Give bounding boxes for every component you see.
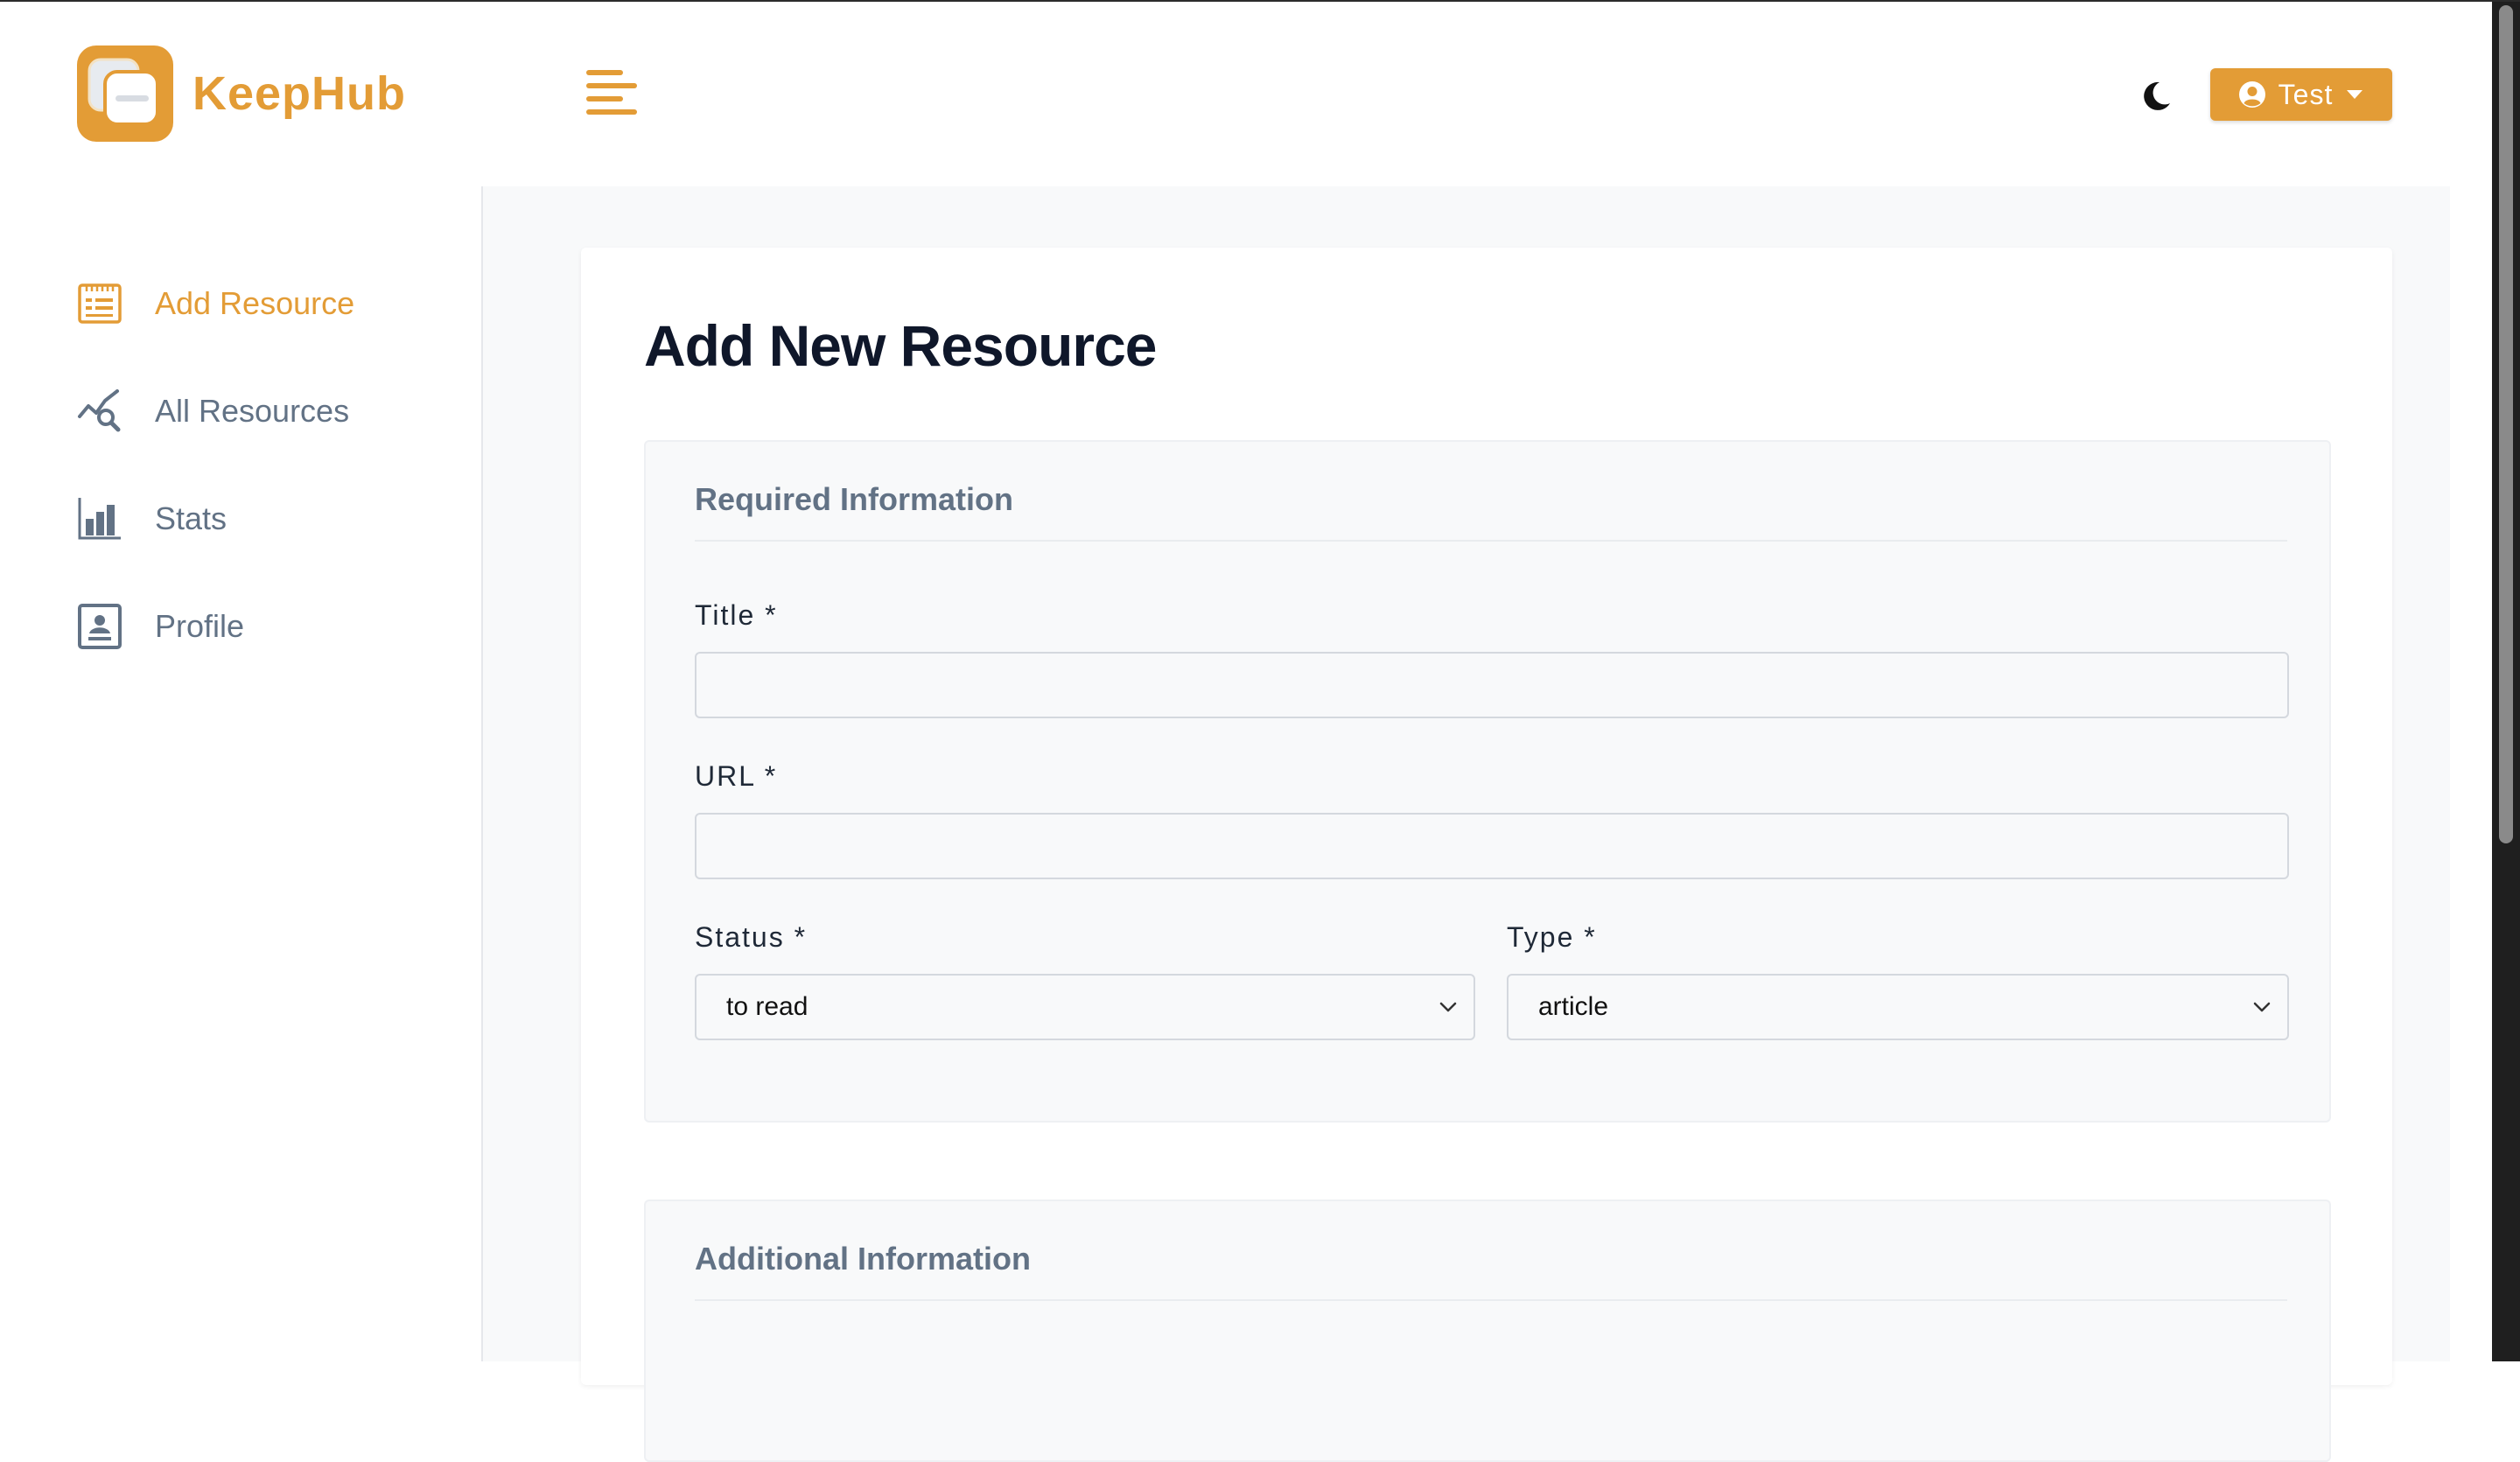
title-label: Title * [695,599,778,631]
page-title: Add New Resource [644,313,1157,378]
user-circle-icon [2238,81,2265,108]
main-content: Add New Resource Required Information Ti… [483,186,2450,1462]
user-menu-button[interactable]: Test [2210,68,2392,121]
sidebar-item-add-resource[interactable]: Add Resource [77,277,354,330]
chevron-down-icon [1439,1002,1457,1012]
status-select-value: to read [726,992,808,1021]
section-divider [695,540,2287,542]
url-input[interactable] [695,813,2289,879]
profile-card-icon [78,604,122,649]
user-menu-label: Test [2278,78,2334,110]
sidebar-item-stats[interactable]: Stats [77,493,227,545]
additional-information-section: Additional Information [644,1200,2331,1462]
section-divider [695,1299,2287,1301]
moon-icon[interactable] [2138,79,2174,114]
keephub-logo-icon [77,45,173,142]
caret-down-icon [2347,90,2363,99]
status-select[interactable]: to read [695,974,1475,1040]
type-select[interactable]: article [1507,974,2289,1040]
sidebar-item-label: All Resources [155,393,350,429]
title-input[interactable] [695,652,2289,718]
bar-chart-icon [78,498,121,540]
section-title: Additional Information [695,1241,1031,1277]
type-select-value: article [1538,992,1609,1021]
sidebar-item-label: Stats [155,500,228,536]
form-icon [78,283,122,324]
url-label: URL * [695,760,778,792]
sidebar-item-all-resources[interactable]: All Resources [77,385,349,437]
brand-name: KeepHub [192,67,407,120]
chart-search-icon [78,389,121,432]
required-information-section: Required Information Title * URL * Statu… [644,440,2331,1123]
status-label: Status * [695,921,808,953]
section-title: Required Information [695,481,1014,517]
hamburger-menu-icon[interactable] [586,68,637,119]
top-header: KeepHub Test [0,2,2492,186]
scrollbar-thumb[interactable] [2499,5,2513,843]
sidebar-item-label: Add Resource [155,285,355,321]
sidebar-item-profile[interactable]: Profile [77,600,244,653]
form-card: Add New Resource Required Information Ti… [581,248,2392,1462]
chevron-down-icon [2253,1002,2271,1012]
type-label: Type * [1507,921,1597,953]
sidebar-item-label: Profile [155,608,245,644]
sidebar: Add Resource All Resources Stats Profile [0,186,483,1361]
